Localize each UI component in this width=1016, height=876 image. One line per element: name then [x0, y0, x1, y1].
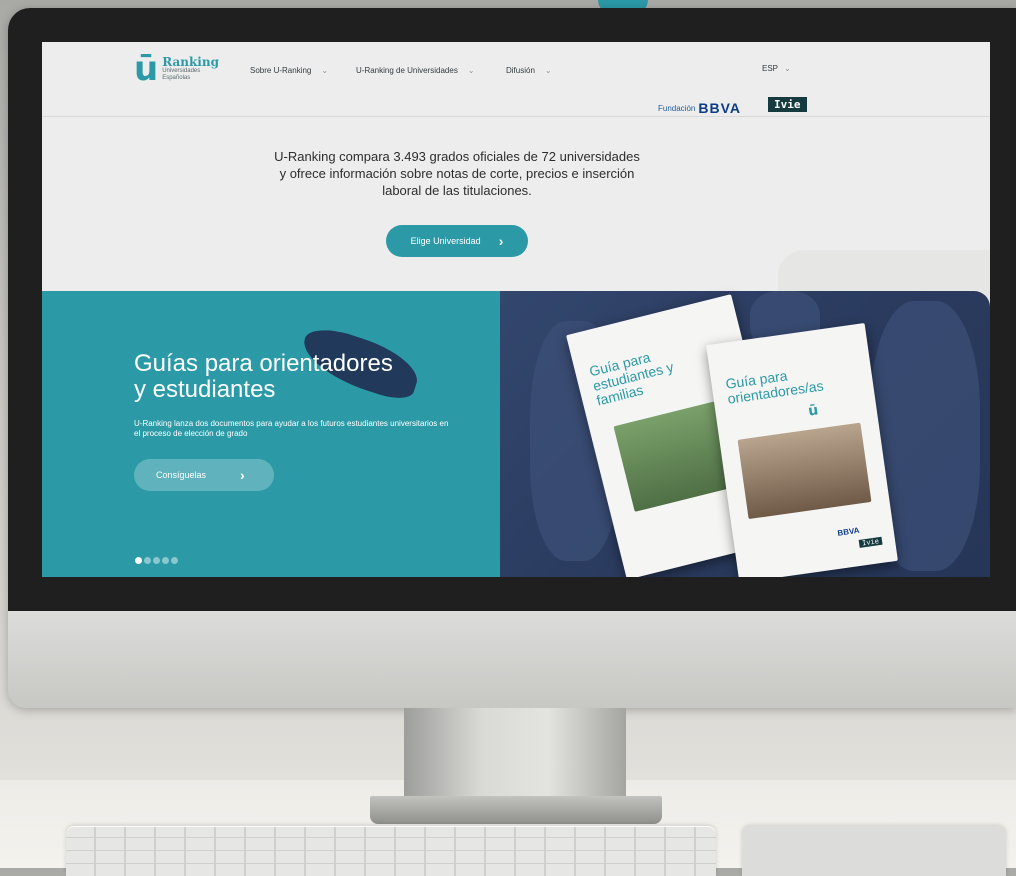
trackpad	[742, 826, 1006, 876]
book-ivie-logo: Ivie	[858, 536, 883, 548]
nav-item-label: Sobre U-Ranking	[250, 66, 312, 75]
banner-description: U-Ranking lanza dos documentos para ayud…	[134, 419, 449, 438]
guide-book-counselors: Guía para orientadores/as ū BBVA Ivie	[706, 323, 898, 577]
book-title: Guía para orientadores/as	[725, 362, 838, 406]
book-bbva-logo: BBVA	[836, 525, 861, 538]
monitor-stand-base	[370, 796, 662, 824]
logo-mark: ū	[134, 49, 159, 89]
language-selector[interactable]: ESP ⌄	[762, 64, 791, 73]
site-header: ū Ranking Universidades Españolas Sobre …	[42, 42, 990, 117]
chevron-right-icon: ›	[498, 233, 504, 249]
monitor-chin	[8, 611, 1016, 708]
chevron-right-icon: ›	[240, 467, 245, 483]
nav-item-label: U-Ranking de Universidades	[356, 66, 458, 75]
slide-dot-icon[interactable]	[162, 557, 169, 564]
nav-item-sobre[interactable]: Sobre U-Ranking ⌄	[250, 66, 328, 75]
chevron-down-icon: ⌄	[467, 66, 475, 75]
chevron-down-icon: ⌄	[784, 64, 791, 73]
hero-text: U-Ranking compara 3.493 grados oficiales…	[274, 149, 640, 198]
logo-text: Ranking Universidades Españolas	[162, 56, 219, 82]
logo-title: Ranking	[162, 55, 219, 69]
banner-title-line: Guías para orientadores	[134, 350, 393, 377]
book-logo-mark: ū	[807, 402, 820, 420]
banner-title: Guías para orientadores y estudiantes	[134, 351, 434, 403]
fundacion-label: Fundación	[658, 103, 696, 113]
banner-title-line: y estudiantes	[134, 376, 276, 403]
logo-subtitle: Universidades	[162, 68, 201, 74]
get-guides-button[interactable]: Consíguelas ›	[134, 459, 274, 491]
bbva-logo: BBVA	[698, 100, 741, 116]
partner-bbva[interactable]: Fundación BBVA	[658, 100, 741, 116]
slide-dot-icon[interactable]	[171, 557, 178, 564]
slide-dot-icon[interactable]	[135, 557, 142, 564]
chevron-down-icon: ⌄	[321, 66, 329, 75]
language-label: ESP	[762, 64, 778, 73]
button-label: Consíguelas	[156, 470, 207, 480]
chevron-down-icon: ⌄	[544, 66, 552, 75]
hero-banner: Guías para orientadores y estudiantes U-…	[42, 291, 990, 577]
monitor-stand	[404, 708, 626, 804]
book-title: Guía para estudiantes y familias	[588, 338, 706, 409]
slider-dots	[135, 557, 178, 564]
screen: ū Ranking Universidades Españolas Sobre …	[42, 42, 990, 577]
ivie-logo[interactable]: Ivie	[768, 97, 807, 112]
nav-item-ranking[interactable]: U-Ranking de Universidades ⌄	[356, 66, 475, 75]
keyboard	[66, 826, 716, 876]
choose-university-button[interactable]: Elige Universidad ›	[386, 225, 528, 257]
logo-subtitle: Españolas	[162, 75, 191, 81]
cta-label: Elige Universidad	[410, 236, 481, 246]
book-photo	[737, 422, 872, 520]
nav-item-label: Difusión	[506, 66, 535, 75]
slide-dot-icon[interactable]	[144, 557, 151, 564]
site-logo[interactable]: ū Ranking Universidades Españolas	[134, 52, 219, 86]
nav-item-difusion[interactable]: Difusión ⌄	[506, 66, 552, 75]
slide-dot-icon[interactable]	[153, 557, 160, 564]
